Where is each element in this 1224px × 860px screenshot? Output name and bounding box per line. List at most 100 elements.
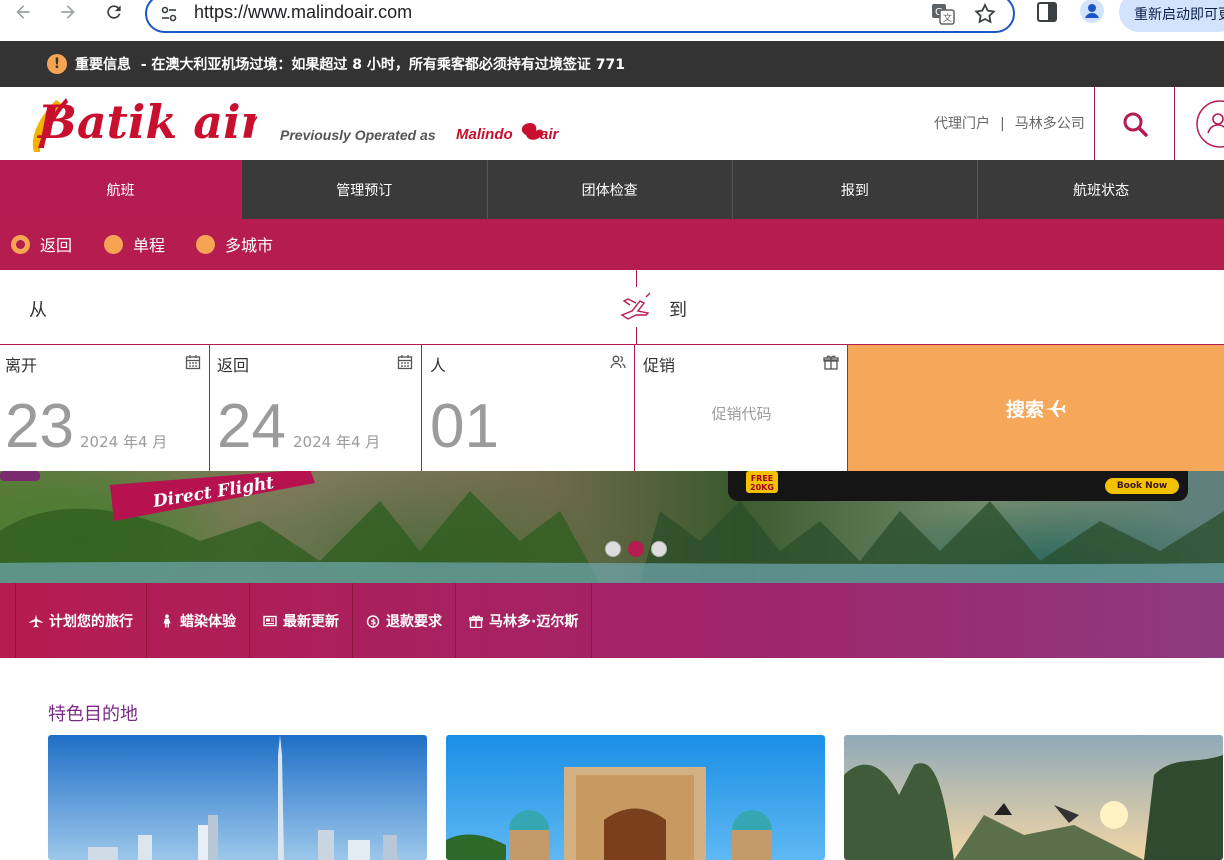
dubai-skyline-image: [48, 735, 427, 860]
return-month: 2024 年4 月: [293, 433, 381, 451]
depart-label: 离开: [5, 356, 38, 375]
booking-fields: 离开 23 2024 年4 月 返回 24 2024 年4 月 人 01 促销 …: [0, 345, 1224, 471]
link-separator: |: [1000, 116, 1005, 132]
return-day: 24: [217, 392, 286, 461]
promo-code-field[interactable]: 促销 促销代码: [635, 345, 848, 471]
radio-icon: [196, 234, 215, 254]
uzbekistan-mosque-image: [446, 735, 825, 860]
url-text: https://www.malindoair.com: [194, 2, 413, 22]
side-panel-icon[interactable]: [1036, 1, 1058, 27]
return-date-field[interactable]: 返回 24 2024 年4 月: [210, 345, 422, 471]
calendar-icon: [397, 355, 413, 370]
tab-flights[interactable]: 航班: [0, 160, 242, 219]
search-flights-label: 搜索: [1005, 398, 1044, 421]
trip-type-label: 多城市: [225, 236, 274, 255]
search-icon: [1123, 112, 1148, 137]
reload-icon[interactable]: [103, 1, 125, 23]
svg-text:$: $: [371, 617, 377, 626]
translate-icon[interactable]: G文: [931, 3, 955, 29]
site-info-icon[interactable]: [159, 4, 179, 28]
trip-type-bar: 返回 单程 多城市: [0, 219, 1224, 270]
from-label: 从: [29, 300, 47, 321]
gift-icon: [469, 615, 483, 628]
free-baggage-badge: FREE 20KG: [746, 471, 778, 493]
depart-day: 23: [5, 392, 74, 461]
trip-type-multi-city[interactable]: 多城市: [196, 232, 273, 256]
tab-group-check[interactable]: 团体检查: [488, 160, 733, 219]
relaunch-button[interactable]: 重新启动即可更新: [1119, 0, 1224, 32]
trip-type-return[interactable]: 返回: [11, 232, 72, 256]
quicklink-label: 退款要求: [386, 613, 442, 630]
quicklink-label: 计划您的旅行: [49, 613, 133, 630]
login-button[interactable]: [1174, 87, 1224, 160]
carousel-dot[interactable]: [651, 541, 667, 557]
batik-air-logo[interactable]: Batik air: [22, 90, 257, 156]
passengers-field[interactable]: 人 01: [422, 345, 635, 471]
hero-banner[interactable]: Direct Flight FREE 20KG Book Now: [0, 471, 1224, 583]
forward-icon[interactable]: [57, 1, 79, 23]
newspaper-icon: [263, 615, 277, 626]
previously-operated-text: Previously Operated as: [280, 127, 436, 143]
profile-avatar-icon[interactable]: [1080, 0, 1104, 27]
agent-portal-link[interactable]: 代理门户: [934, 116, 990, 132]
users-icon: [610, 355, 626, 369]
return-label: 返回: [217, 356, 250, 375]
important-notice-bar: ! 重要信息 - 在澳大利亚机场过境：如果超过 8 小时，所有乘客都必须持有过境…: [0, 41, 1224, 87]
destination-card-dubai[interactable]: [48, 735, 427, 860]
quicklink-label: 马林多·迈尔斯: [489, 613, 579, 630]
search-flights-button[interactable]: 搜索: [848, 345, 1224, 471]
browser-toolbar: https://www.malindoair.com G文 重新启动即可更新: [0, 0, 1224, 41]
svg-text:air: air: [540, 126, 560, 143]
carousel-dot[interactable]: [605, 541, 621, 557]
main-navigation: 航班 管理预订 团体检查 报到 航班状态: [0, 160, 1224, 219]
book-now-button[interactable]: Book Now: [1105, 478, 1179, 494]
destination-card-guilin[interactable]: [844, 735, 1223, 860]
plane-icon: [1045, 400, 1066, 417]
svg-text:文: 文: [943, 12, 952, 24]
to-field[interactable]: 到: [637, 270, 1224, 345]
quicklink-refund-request[interactable]: $ 退款要求: [353, 583, 456, 658]
warning-icon: !: [47, 54, 67, 74]
svg-text:Batik air: Batik air: [36, 95, 257, 149]
svg-text:Malindo: Malindo: [456, 126, 513, 143]
quicklink-latest-updates[interactable]: 最新更新: [250, 583, 353, 658]
notice-text[interactable]: 重要信息 - 在澳大利亚机场过境：如果超过 8 小时，所有乘客都必须持有过境签证…: [75, 54, 625, 74]
tab-flight-status[interactable]: 航班状态: [978, 160, 1224, 219]
destination-card-uzbekistan[interactable]: [446, 735, 825, 860]
malindo-company-link[interactable]: 马林多公司: [1015, 116, 1085, 132]
passenger-count: 01: [430, 392, 499, 461]
promo-label: 促销: [643, 356, 676, 375]
back-icon[interactable]: [12, 1, 34, 23]
tab-check-in[interactable]: 报到: [733, 160, 979, 219]
tab-manage-booking[interactable]: 管理预订: [242, 160, 488, 219]
quicklink-batik-experience[interactable]: 蜡染体验: [147, 583, 250, 658]
bookmark-star-icon[interactable]: [973, 2, 997, 30]
quicklink-plan-trip[interactable]: 计划您的旅行: [16, 583, 147, 658]
route-selector: 从 到: [0, 270, 1224, 345]
trip-type-one-way[interactable]: 单程: [104, 232, 165, 256]
quick-links-bar: 计划您的旅行 蜡染体验 最新更新 $ 退款要求 马林多·迈尔斯: [0, 583, 1224, 658]
plane-icon: [29, 614, 43, 627]
featured-destinations-title: 特色目的地: [48, 704, 138, 725]
carousel-dots: [605, 541, 667, 557]
promo-code-input[interactable]: 促销代码: [635, 403, 848, 424]
malindo-air-logo: Malindo air: [456, 123, 560, 143]
refund-icon: $: [366, 614, 380, 628]
search-button[interactable]: [1094, 87, 1174, 160]
quicklink-label: 最新更新: [283, 613, 339, 630]
users-icon: [1195, 99, 1224, 148]
calendar-icon: [185, 355, 201, 370]
carousel-dot-active[interactable]: [628, 541, 644, 557]
person-icon: [163, 613, 171, 627]
top-links: 代理门户 | 马林多公司: [934, 113, 1085, 133]
passengers-label: 人: [430, 356, 447, 375]
quicklink-malindo-miles[interactable]: 马林多·迈尔斯: [456, 583, 593, 658]
to-label: 到: [669, 300, 687, 321]
guilin-karst-image: [844, 735, 1223, 860]
quicklink-label: 蜡染体验: [180, 613, 236, 630]
depart-date-field[interactable]: 离开 23 2024 年4 月: [0, 345, 210, 471]
from-field[interactable]: 从: [0, 270, 636, 345]
radio-icon: [104, 234, 123, 254]
address-bar[interactable]: https://www.malindoair.com G文: [145, 0, 1015, 33]
depart-month: 2024 年4 月: [80, 433, 168, 451]
